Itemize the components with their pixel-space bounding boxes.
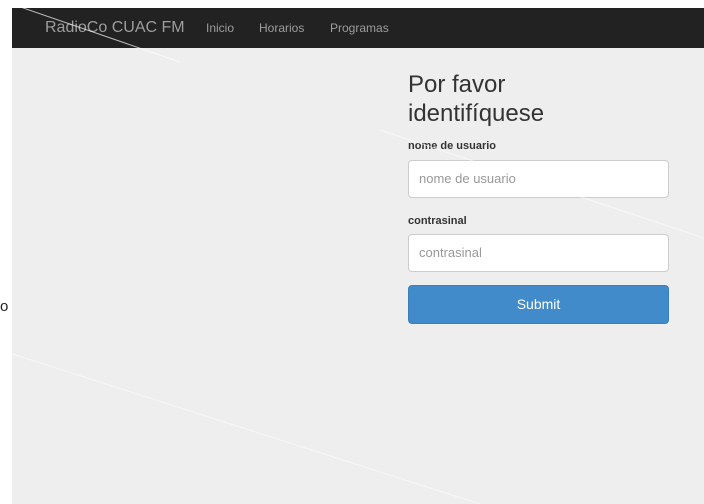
brand-link[interactable]: RadioCo CUAC FM <box>45 19 185 37</box>
nav-link-programas[interactable]: Programas <box>330 21 389 35</box>
nav-link-inicio[interactable]: Inicio <box>206 21 234 35</box>
login-title: Por favor identifíquese <box>408 70 670 128</box>
username-label: nome de usuario <box>408 140 497 152</box>
edge-text-fragment: o <box>0 298 9 315</box>
login-form: Por favor identifíquese nome de usuario … <box>408 70 670 324</box>
login-title-line-1: Por favor <box>408 71 506 98</box>
username-input[interactable]: nome de usuario <box>408 160 669 198</box>
nav-link-horarios[interactable]: Horarios <box>259 21 304 35</box>
navbar: RadioCo CUAC FM Inicio Horarios Programa… <box>12 8 704 48</box>
password-label: contrasinal <box>408 215 467 227</box>
page-panel: RadioCo CUAC FM Inicio Horarios Programa… <box>12 8 704 504</box>
submit-button[interactable]: Submit <box>408 285 669 324</box>
login-title-line-2: identifíquese <box>408 100 545 127</box>
password-input[interactable]: contrasinal <box>408 234 669 272</box>
